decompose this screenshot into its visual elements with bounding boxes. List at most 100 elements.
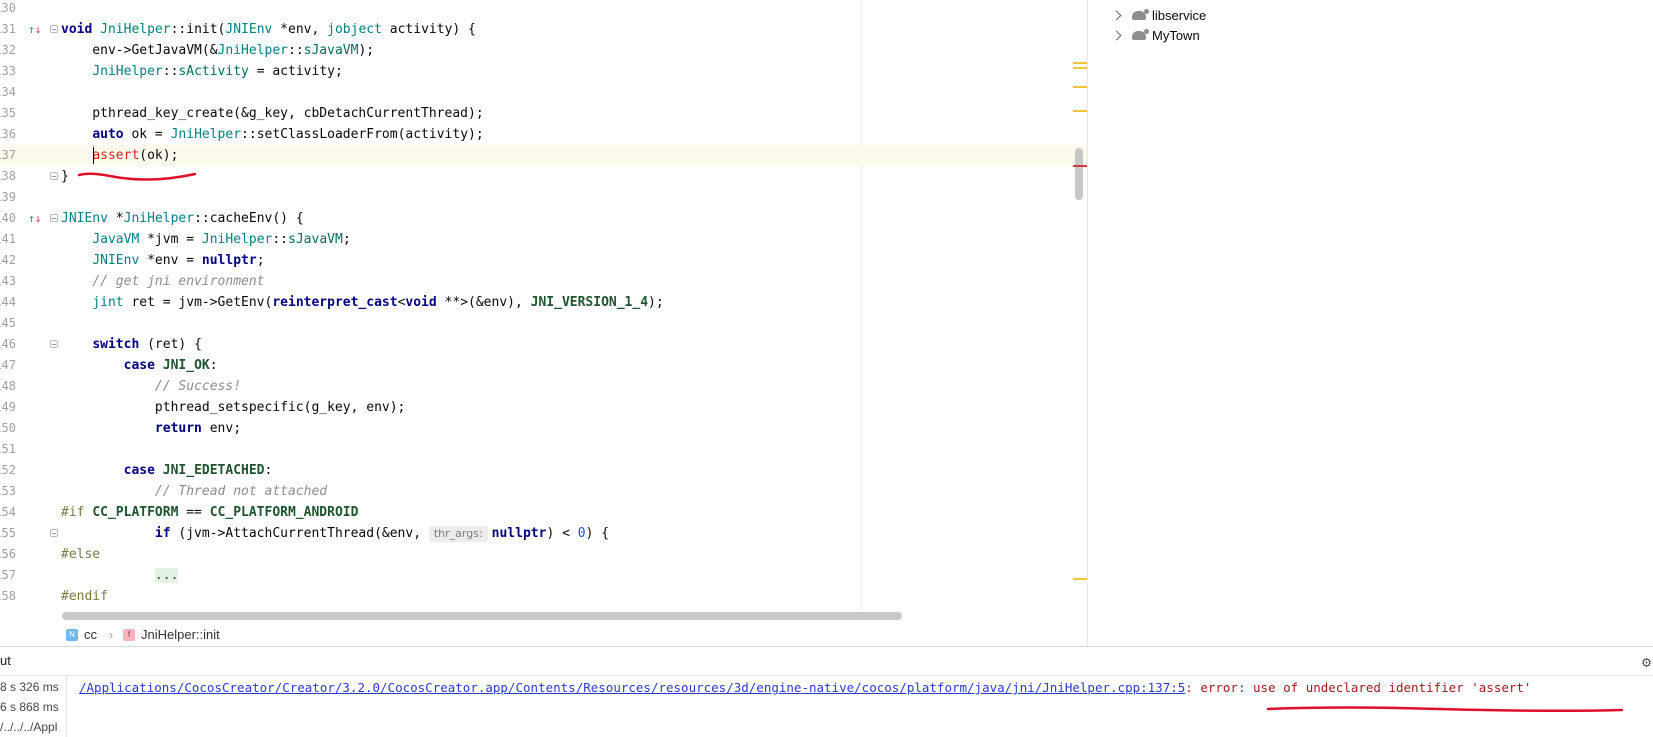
error-stripe[interactable] bbox=[1072, 0, 1087, 610]
tree-item-libservice[interactable]: libservice bbox=[1111, 5, 1206, 25]
code-line[interactable]: 156 #else bbox=[0, 544, 1087, 565]
project-panel: libservice MyTown bbox=[1087, 0, 1653, 646]
line-number: 154 bbox=[0, 505, 16, 519]
line-number: 132 bbox=[0, 43, 16, 57]
code-line[interactable]: 133 JniHelper::sActivity = activity; bbox=[0, 61, 1087, 82]
code-line[interactable]: 151 bbox=[0, 439, 1087, 460]
code-line[interactable]: 131 ↑↓ void JniHelper::init(JNIEnv *env,… bbox=[0, 19, 1087, 40]
line-number: 138 bbox=[0, 169, 16, 183]
line-number: 157 bbox=[0, 568, 16, 582]
code-line[interactable]: 140 ↑↓ JNIEnv *JniHelper::cacheEnv() { bbox=[0, 208, 1087, 229]
code-line[interactable]: 135 pthread_key_create(&g_key, cbDetachC… bbox=[0, 103, 1087, 124]
parameter-hint: thr_args: bbox=[428, 526, 488, 542]
breadcrumb-function[interactable]: f JniHelper::init bbox=[123, 627, 220, 642]
code-line[interactable]: 134 bbox=[0, 82, 1087, 103]
tree-item-mytown[interactable]: MyTown bbox=[1111, 25, 1200, 45]
code-text: JavaVM *jvm = JniHelper::sJavaVM; bbox=[92, 232, 351, 247]
code-line[interactable]: 150 return env; bbox=[0, 418, 1087, 439]
code-line[interactable]: 146 switch (ret) { bbox=[0, 334, 1087, 355]
fold-icon[interactable] bbox=[50, 529, 58, 537]
code-text: case JNI_OK: bbox=[123, 358, 218, 373]
code-text: #else bbox=[61, 547, 101, 562]
code-line[interactable]: 143 // get jni environment bbox=[0, 271, 1087, 292]
code-line[interactable]: 154 #if CC_PLATFORM == CC_PLATFORM_ANDRO… bbox=[0, 502, 1087, 523]
line-number: 139 bbox=[0, 190, 16, 204]
code-line[interactable]: 153 // Thread not attached bbox=[0, 481, 1087, 502]
current-code-line[interactable]: 137 assert(ok); bbox=[0, 145, 1087, 166]
gear-icon[interactable]: ⚙ bbox=[1642, 653, 1651, 671]
module-icon bbox=[1132, 8, 1149, 20]
line-number: 148 bbox=[0, 379, 16, 393]
code-line[interactable]: 142 JNIEnv *env = nullptr; bbox=[0, 250, 1087, 271]
code-text: if (jvm->AttachCurrentThread(&env, thr_a… bbox=[154, 526, 610, 542]
build-row[interactable]: 8 s 326 ms bbox=[0, 677, 66, 697]
code-line[interactable]: 159 bbox=[0, 607, 1087, 610]
line-number: 135 bbox=[0, 106, 16, 120]
warning-mark[interactable] bbox=[1073, 110, 1087, 112]
code-area[interactable]: 130 131 ↑↓ void JniHelper::init(JNIEnv *… bbox=[0, 0, 1087, 610]
code-text: env->GetJavaVM(&JniHelper::sJavaVM); bbox=[61, 43, 375, 58]
function-icon: f bbox=[123, 628, 135, 641]
error-mark[interactable] bbox=[1073, 165, 1087, 167]
navigate-to-declaration-icon[interactable]: ↑↓ bbox=[28, 21, 41, 38]
chevron-right-icon[interactable] bbox=[1111, 30, 1122, 40]
fold-icon[interactable] bbox=[50, 214, 58, 222]
warning-mark[interactable] bbox=[1073, 67, 1087, 69]
line-number: 141 bbox=[0, 232, 16, 246]
build-row[interactable]: 6 s 868 ms bbox=[0, 697, 66, 717]
code-line[interactable]: 132 env->GetJavaVM(&JniHelper::sJavaVM); bbox=[0, 40, 1087, 61]
code-text: void JniHelper::init(JNIEnv *env, jobjec… bbox=[61, 22, 476, 37]
line-number: 156 bbox=[0, 547, 16, 561]
breadcrumb: N cc › f JniHelper::init bbox=[0, 624, 1087, 646]
line-number: 137 bbox=[0, 148, 16, 162]
horizontal-scrollbar[interactable] bbox=[62, 612, 902, 620]
line-number: 150 bbox=[0, 421, 16, 435]
warning-mark[interactable] bbox=[1073, 578, 1087, 580]
code-line[interactable]: 136 auto ok = JniHelper::setClassLoaderF… bbox=[0, 124, 1087, 145]
code-line[interactable]: 145 bbox=[0, 313, 1087, 334]
folded-region[interactable]: ... bbox=[154, 568, 179, 583]
vertical-scrollbar[interactable] bbox=[1075, 148, 1083, 200]
code-line[interactable]: 148 // Success! bbox=[0, 376, 1087, 397]
warning-mark[interactable] bbox=[1073, 86, 1087, 88]
line-number: 152 bbox=[0, 463, 16, 477]
breadcrumb-namespace[interactable]: N cc bbox=[66, 627, 97, 642]
code-line[interactable]: 152 case JNI_EDETACHED: bbox=[0, 460, 1087, 481]
fold-icon[interactable] bbox=[50, 25, 58, 33]
code-line[interactable]: 130 bbox=[0, 0, 1087, 19]
code-line[interactable]: 138 } bbox=[0, 166, 1087, 187]
code-line[interactable]: 141 JavaVM *jvm = JniHelper::sJavaVM; bbox=[0, 229, 1087, 250]
output-tab[interactable]: ut bbox=[0, 653, 11, 668]
line-number: 143 bbox=[0, 274, 16, 288]
code-line[interactable]: 149 pthread_setspecific(g_key, env); bbox=[0, 397, 1087, 418]
fold-icon[interactable] bbox=[50, 172, 58, 180]
error-message: /Applications/CocosCreator/Creator/3.2.0… bbox=[79, 677, 1531, 699]
navigate-to-declaration-icon[interactable]: ↑↓ bbox=[28, 210, 41, 227]
chevron-right-icon[interactable] bbox=[1111, 10, 1122, 20]
code-line[interactable]: 158 #endif bbox=[0, 586, 1087, 607]
code-line[interactable]: 155 if (jvm->AttachCurrentThread(&env, t… bbox=[0, 523, 1087, 544]
build-output-panel: ut ⚙ 8 s 326 ms 6 s 868 ms /../../../App… bbox=[0, 646, 1653, 737]
code-text: #endif bbox=[61, 589, 108, 604]
divider bbox=[0, 675, 1653, 676]
module-icon bbox=[1132, 28, 1149, 40]
tree-item-label: MyTown bbox=[1152, 27, 1200, 43]
code-text: case JNI_EDETACHED: bbox=[123, 463, 273, 478]
warning-mark[interactable] bbox=[1073, 62, 1087, 64]
code-text: #if CC_PLATFORM == CC_PLATFORM_ANDROID bbox=[61, 505, 359, 520]
code-line[interactable]: 139 bbox=[0, 187, 1087, 208]
breadcrumb-function-label: JniHelper::init bbox=[141, 627, 220, 642]
code-line[interactable]: 157 ... bbox=[0, 565, 1087, 586]
line-number: 145 bbox=[0, 316, 16, 330]
line-number: 146 bbox=[0, 337, 16, 351]
code-line[interactable]: 147 case JNI_OK: bbox=[0, 355, 1087, 376]
line-number: 130 bbox=[0, 1, 16, 15]
code-line[interactable]: 144 jint ret = jvm->GetEnv(reinterpret_c… bbox=[0, 292, 1087, 313]
breadcrumb-namespace-label: cc bbox=[84, 627, 97, 642]
code-text: // Thread not attached bbox=[154, 484, 328, 499]
code-editor[interactable]: 130 131 ↑↓ void JniHelper::init(JNIEnv *… bbox=[0, 0, 1087, 646]
build-row[interactable]: /../../../Appl bbox=[0, 717, 66, 737]
fold-icon[interactable] bbox=[50, 340, 58, 348]
error-file-link[interactable]: /Applications/CocosCreator/Creator/3.2.0… bbox=[79, 680, 1185, 695]
code-text: return env; bbox=[154, 421, 242, 436]
